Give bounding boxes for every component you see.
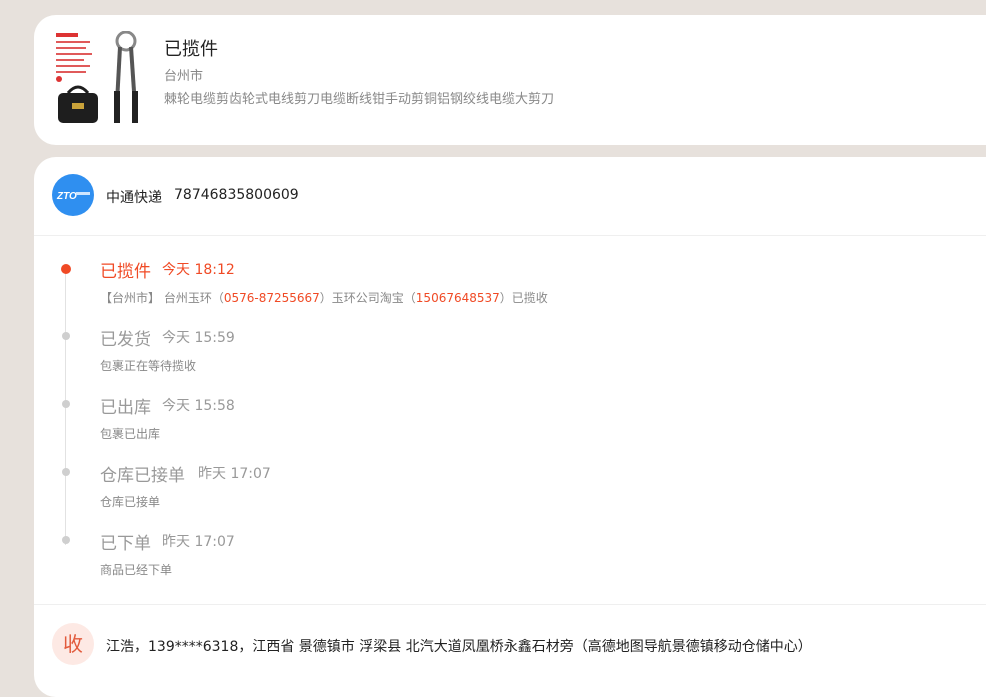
carrier-name: 中通快递 <box>106 190 162 206</box>
timeline-dot-active <box>61 264 71 274</box>
timeline-status: 已下单 <box>100 534 151 554</box>
desc-text: ）玉环公司淘宝（ <box>319 291 416 305</box>
recipient-address[interactable]: 江浩，139****6318，江西省 景德镇市 浮梁县 北汽大道凤凰桥永鑫石材旁… <box>106 636 812 656</box>
desc-text: ）已揽收 <box>499 291 548 305</box>
tracking-number[interactable]: 78746835800609 <box>174 187 299 203</box>
timeline-status: 已发货 <box>100 330 151 350</box>
timeline-status: 已揽件 <box>100 262 151 282</box>
carrier-logo-mark: ZTO <box>56 191 77 202</box>
product-card[interactable]: 已揽件 台州市 棘轮电缆剪齿轮式电线剪刀电缆断线钳手动剪铜铝钢绞线电缆大剪刀 <box>34 15 986 145</box>
product-image[interactable] <box>54 30 146 129</box>
timeline-desc: 【台州市】 台州玉环（0576-87255667）玉环公司淘宝（15067648… <box>100 289 548 306</box>
timeline-dot <box>62 536 70 544</box>
phone-link[interactable]: 15067648537 <box>416 291 500 305</box>
recipient-icon: 收 <box>52 623 94 665</box>
tracking-card: ZTO 中通快递 78746835800609 已揽件 今天 18:12 【台州… <box>34 157 986 697</box>
shipment-status-title: 已揽件 <box>164 39 218 60</box>
divider <box>34 235 986 236</box>
timeline-status: 已出库 <box>100 398 151 418</box>
timeline-dot <box>62 332 70 340</box>
timeline-time: 今天 18:12 <box>162 262 235 278</box>
product-title[interactable]: 棘轮电缆剪齿轮式电线剪刀电缆断线钳手动剪铜铝钢绞线电缆大剪刀 <box>164 88 554 107</box>
carrier-logo-icon: ZTO <box>52 174 94 216</box>
timeline-time: 今天 15:58 <box>162 398 235 414</box>
timeline-time: 昨天 17:07 <box>162 534 235 550</box>
phone-link[interactable]: 0576-87255667 <box>224 291 320 305</box>
divider <box>34 604 986 605</box>
origin-city: 台州市 <box>164 69 204 84</box>
timeline-dot <box>62 400 70 408</box>
timeline-dot <box>62 468 70 476</box>
timeline-desc: 包裹已出库 <box>100 427 161 441</box>
timeline-time: 今天 15:59 <box>162 330 235 346</box>
timeline-time: 昨天 17:07 <box>198 466 271 482</box>
timeline-status: 仓库已接单 <box>100 466 185 486</box>
timeline-desc: 商品已经下单 <box>100 563 173 577</box>
desc-text: 【台州市】 台州玉环（ <box>100 291 224 305</box>
timeline-desc: 仓库已接单 <box>100 495 161 509</box>
timeline-desc: 包裹正在等待揽收 <box>100 359 197 373</box>
